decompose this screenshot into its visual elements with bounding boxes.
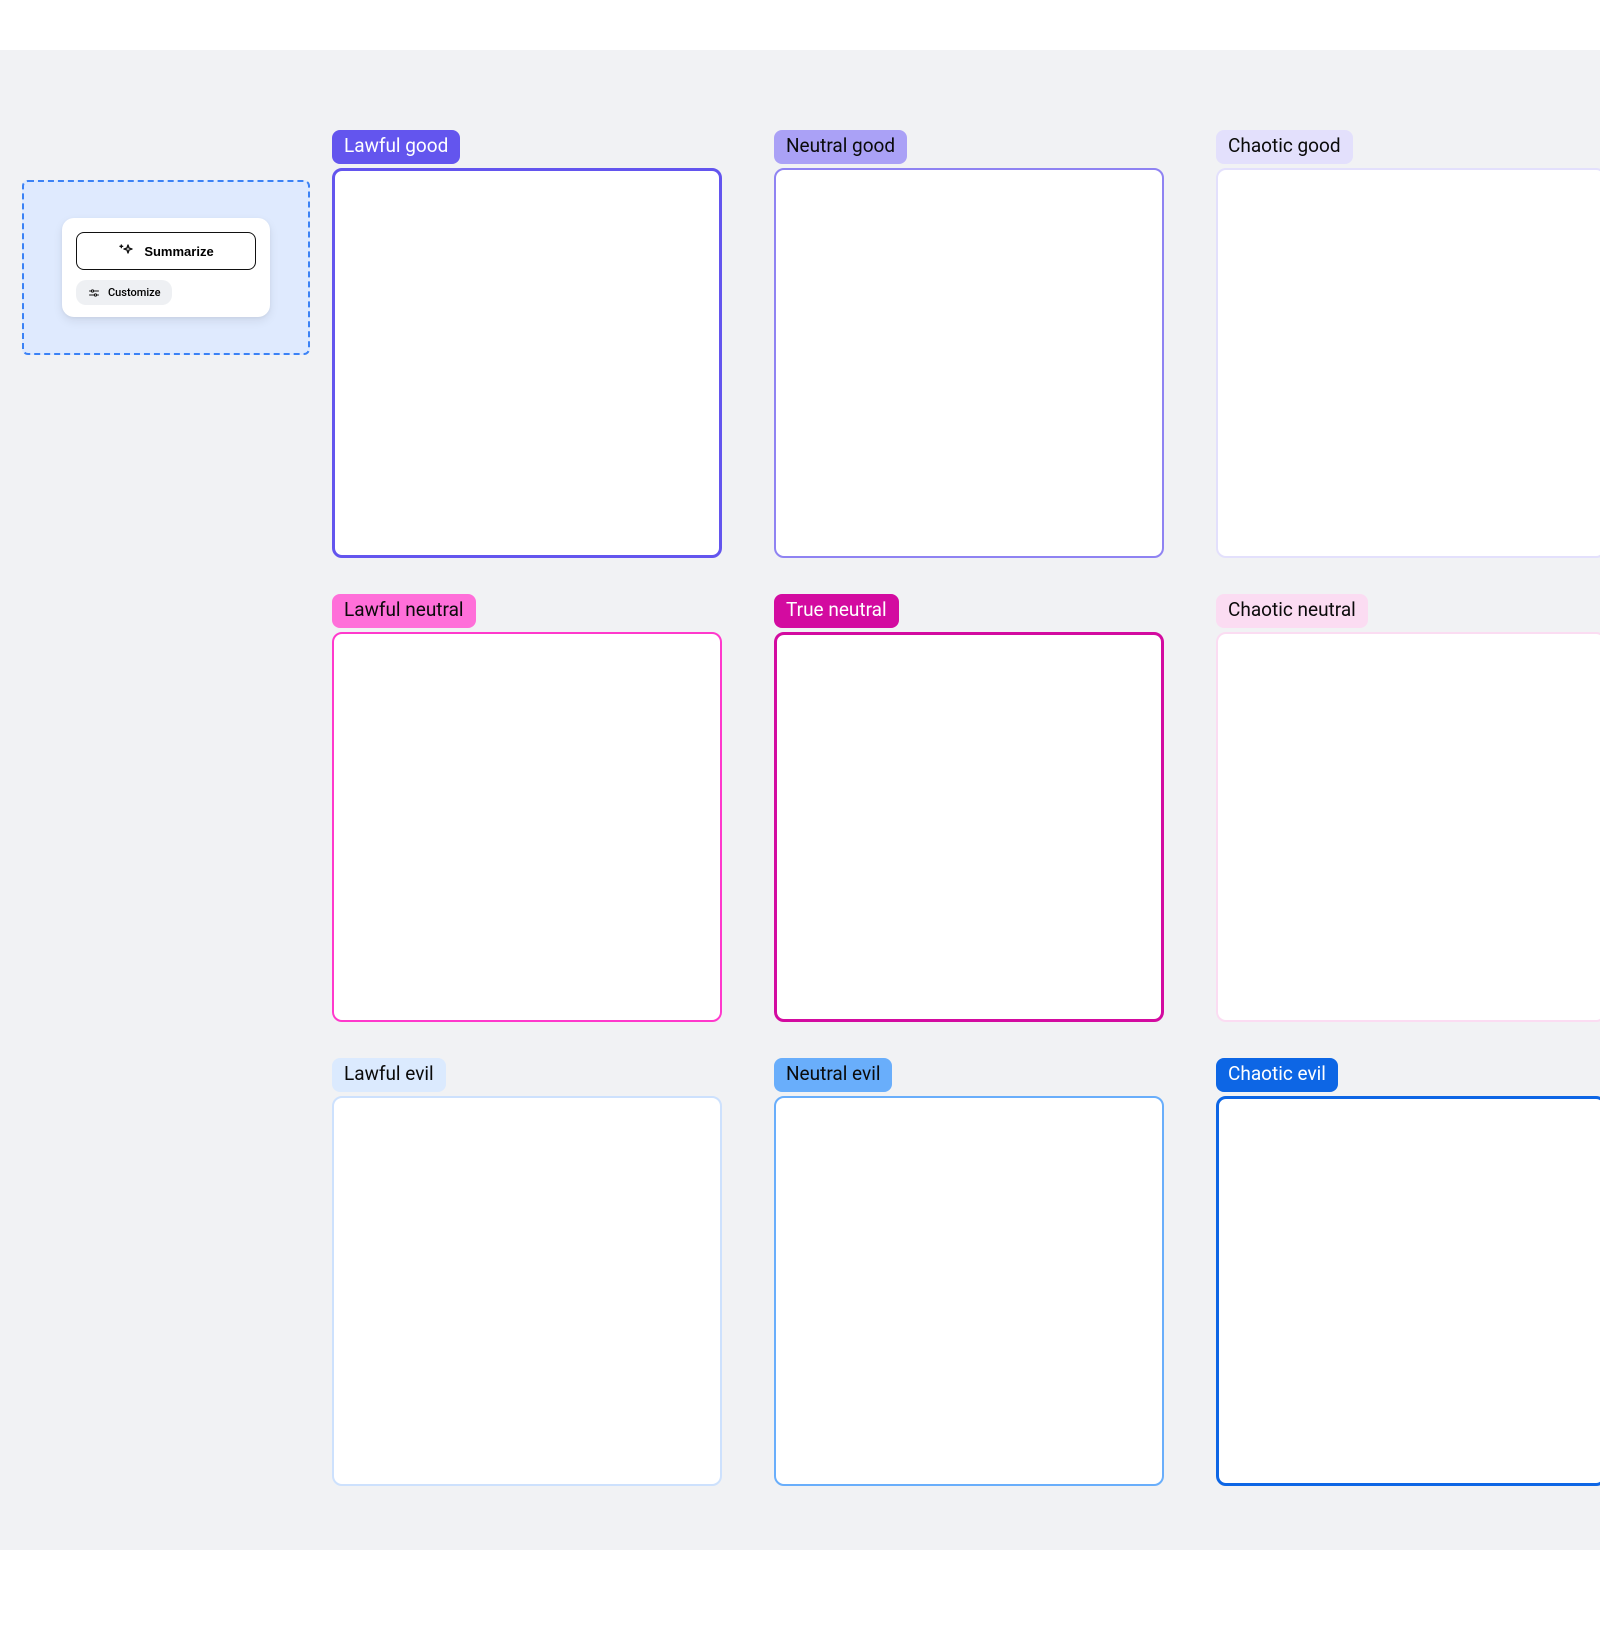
- cell-chaotic-evil: Chaotic evil: [1216, 1058, 1600, 1486]
- cell-lawful-neutral: Lawful neutral: [332, 594, 722, 1022]
- dropzone-neutral-good[interactable]: [774, 168, 1164, 558]
- dropzone-chaotic-good[interactable]: [1216, 168, 1600, 558]
- tag-true-neutral[interactable]: True neutral: [774, 594, 899, 628]
- dropzone-neutral-evil[interactable]: [774, 1096, 1164, 1486]
- tag-lawful-good[interactable]: Lawful good: [332, 130, 460, 164]
- tag-lawful-neutral[interactable]: Lawful neutral: [332, 594, 476, 628]
- cell-chaotic-neutral: Chaotic neutral: [1216, 594, 1600, 1022]
- tag-chaotic-good[interactable]: Chaotic good: [1216, 130, 1353, 164]
- cell-lawful-evil: Lawful evil: [332, 1058, 722, 1486]
- dropzone-chaotic-evil[interactable]: [1216, 1096, 1600, 1486]
- cell-true-neutral: True neutral: [774, 594, 1164, 1022]
- sparkle-icon: [118, 243, 134, 259]
- dropzone-true-neutral[interactable]: [774, 632, 1164, 1022]
- tag-lawful-evil[interactable]: Lawful evil: [332, 1058, 446, 1092]
- customize-chip-label: Customize: [108, 286, 160, 299]
- dropzone-chaotic-neutral[interactable]: [1216, 632, 1600, 1022]
- tag-neutral-evil[interactable]: Neutral evil: [774, 1058, 892, 1092]
- summarize-button[interactable]: Summarize: [76, 232, 256, 270]
- alignment-grid: Lawful good Neutral good Chaotic good La…: [332, 130, 1600, 1486]
- summarize-button-label: Summarize: [144, 244, 213, 259]
- cell-neutral-good: Neutral good: [774, 130, 1164, 558]
- dropzone-lawful-neutral[interactable]: [332, 632, 722, 1022]
- dropzone-lawful-good[interactable]: [332, 168, 722, 558]
- component-selection-frame[interactable]: Summarize Customize: [22, 180, 310, 355]
- summarize-card: Summarize Customize: [62, 218, 270, 317]
- dropzone-lawful-evil[interactable]: [332, 1096, 722, 1486]
- customize-chip[interactable]: Customize: [76, 280, 172, 305]
- cell-neutral-evil: Neutral evil: [774, 1058, 1164, 1486]
- tag-chaotic-neutral[interactable]: Chaotic neutral: [1216, 594, 1368, 628]
- cell-lawful-good: Lawful good: [332, 130, 722, 558]
- sliders-icon: [88, 287, 100, 299]
- tag-chaotic-evil[interactable]: Chaotic evil: [1216, 1058, 1338, 1092]
- tag-neutral-good[interactable]: Neutral good: [774, 130, 907, 164]
- cell-chaotic-good: Chaotic good: [1216, 130, 1600, 558]
- design-canvas[interactable]: Summarize Customize Lawful good Neutral …: [0, 50, 1600, 1550]
